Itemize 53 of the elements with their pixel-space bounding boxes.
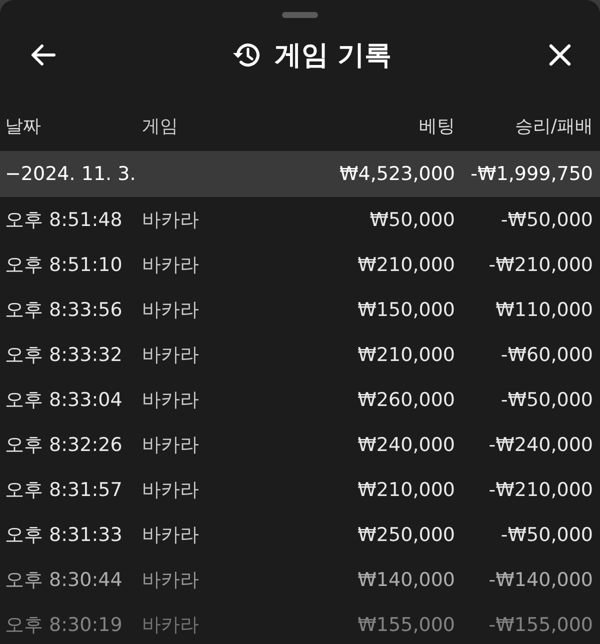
result-cell-text: ₩110,000	[494, 298, 593, 320]
result-cell-text: -₩155,000	[488, 614, 593, 636]
result-cell-text: -₩60,000	[500, 344, 593, 366]
result-cell-text: -₩50,000	[500, 208, 593, 230]
result-cell-text: -₩50,000	[500, 524, 593, 546]
time-cell-text: 오후 8:33:56	[5, 298, 124, 322]
game-cell-text: 바카라	[142, 208, 200, 232]
game-cell-text: 바카라	[142, 432, 200, 458]
result-cell-text: -₩50,000	[500, 388, 593, 410]
bet-cell-text: ₩250,000	[356, 524, 455, 546]
column-header[interactable]: 게임	[142, 114, 285, 141]
bet-cell-text: ₩210,000	[356, 344, 455, 366]
result-cell-text: -₩140,000	[488, 568, 593, 590]
bet-cell-text: ₩50,000	[368, 208, 455, 230]
column-header[interactable]: 승리/패배	[455, 114, 593, 141]
bet-cell-text: ₩140,000	[356, 568, 455, 590]
column-header[interactable]: 날짜	[5, 114, 142, 141]
result-cell-text: -₩210,000	[488, 478, 593, 500]
time-cell-text: 오후 8:33:04	[5, 388, 124, 412]
time-cell-text: 오후 8:33:32	[5, 342, 124, 368]
date-group-row[interactable]: −2024. 11. 3. ₩4,523,000 -₩1,999,750	[0, 151, 600, 197]
result-cell-text: -₩210,000	[488, 254, 593, 276]
bet-cell-text: ₩260,000	[356, 388, 455, 410]
window-title: 게임 기록	[274, 39, 392, 73]
time-cell-text: 오후 8:30:19	[5, 612, 124, 638]
time-cell-text: 오후 8:32:26	[5, 432, 124, 458]
time-cell-text: 오후 8:31:57	[5, 478, 124, 502]
game-cell-text: 바카라	[142, 568, 200, 592]
bet-cell-text: ₩240,000	[356, 434, 455, 456]
close-icon	[548, 43, 572, 67]
bet-cell-text: ₩150,000	[356, 298, 455, 320]
history-icon	[232, 41, 262, 69]
group-date: −2024. 11. 3.	[5, 163, 137, 185]
bet-cell-text: ₩155,000	[356, 614, 455, 636]
time-cell-text: 오후 8:51:48	[5, 208, 124, 232]
bet-cell-text: ₩210,000	[356, 254, 455, 276]
game-cell-text: 바카라	[142, 522, 200, 548]
group-bet-total: ₩4,523,000	[338, 163, 455, 185]
drag-handle[interactable]	[282, 12, 318, 18]
bet-cell-text: ₩210,000	[356, 478, 455, 500]
result-cell-text: -₩240,000	[488, 434, 593, 456]
game-cell-text: 바카라	[142, 342, 200, 368]
game-cell-text: 바카라	[142, 388, 200, 412]
column-header[interactable]: 베팅	[285, 114, 455, 141]
game-cell-text: 바카라	[142, 478, 200, 502]
back-arrow-icon	[30, 44, 56, 66]
time-cell-text: 오후 8:51:10	[5, 252, 124, 278]
game-cell-text: 바카라	[142, 612, 200, 638]
game-cell-text: 바카라	[142, 298, 200, 322]
group-result-total: -₩1,999,750	[470, 163, 593, 185]
time-cell-text: 오후 8:31:33	[5, 522, 124, 548]
game-cell-text: 바카라	[142, 252, 200, 278]
time-cell-text: 오후 8:30:44	[5, 568, 124, 592]
